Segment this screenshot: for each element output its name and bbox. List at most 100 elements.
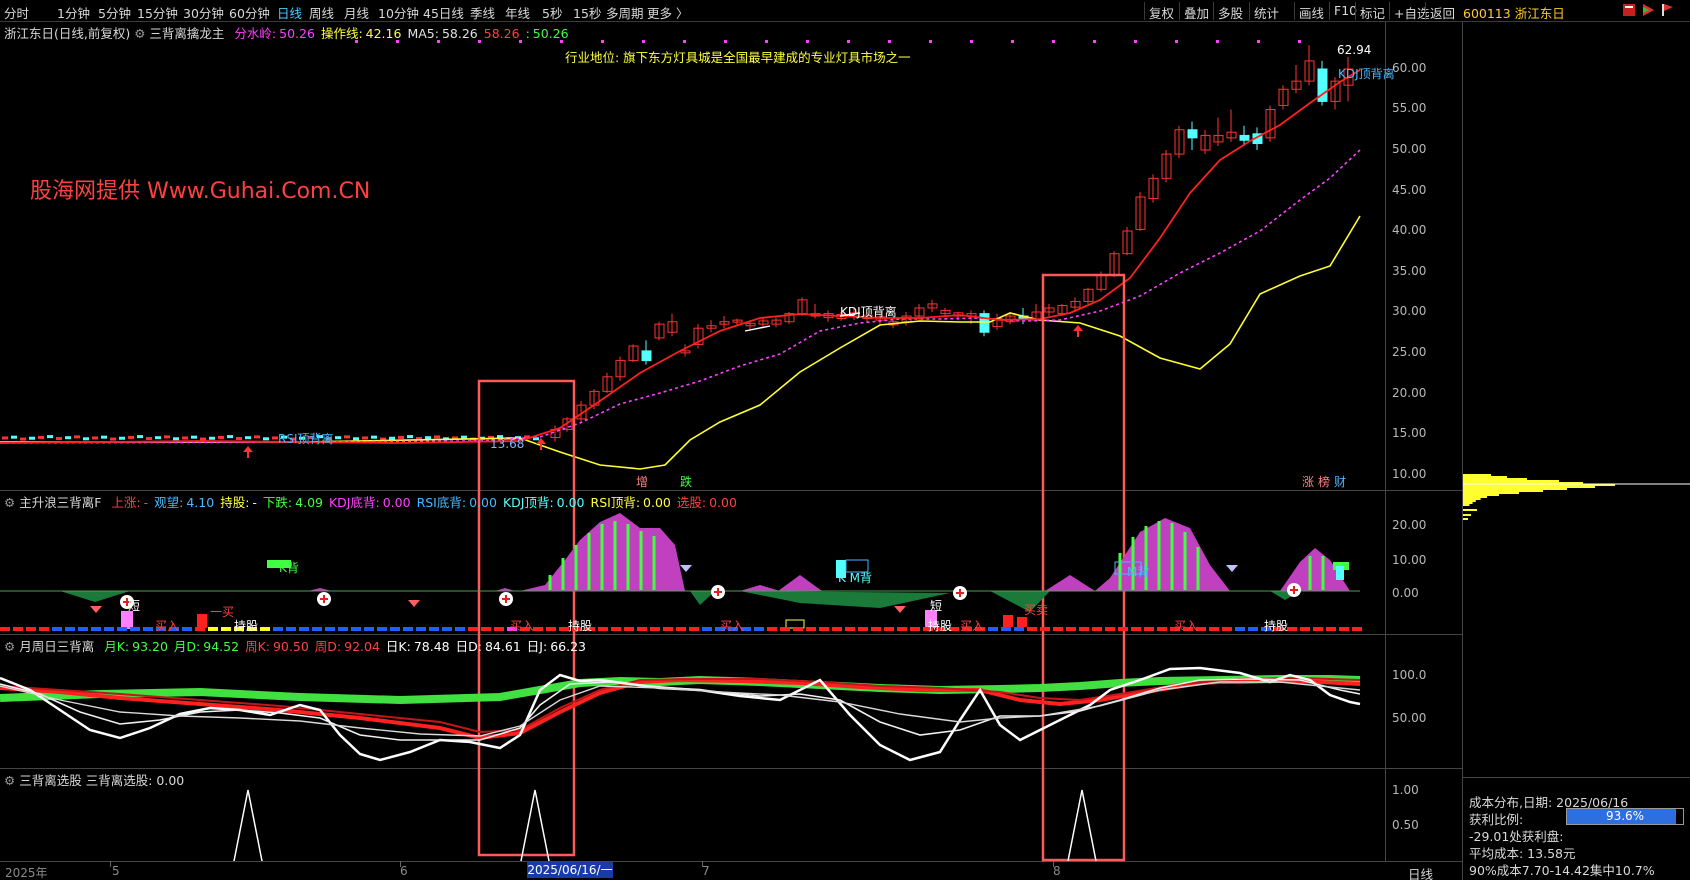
gear-icon[interactable]: ⚙ <box>4 773 15 788</box>
main-price-chart[interactable]: 62.94 13.68 KDJ顶背离 KDJ顶背离 RSI顶背离增 跌 涨榜财 K背 K M背 M… <box>0 0 1690 880</box>
buy-label: 买入 <box>1174 619 1198 633</box>
trend-strip <box>442 627 452 631</box>
select-signal-spike <box>233 789 263 862</box>
trend-strip <box>793 627 803 631</box>
period-label[interactable]: 日线 <box>1408 864 1433 880</box>
cost-bar <box>1463 478 1527 480</box>
x-axis-label: 7 <box>702 864 710 878</box>
top-marker <box>1175 40 1178 43</box>
bottom-tag: 涨 <box>1302 474 1314 489</box>
gear-icon[interactable]: ⚙ <box>4 495 15 510</box>
trend-strip <box>1066 627 1076 631</box>
candle-early <box>191 435 197 439</box>
candle-early <box>398 435 404 439</box>
candle-early <box>254 435 260 439</box>
candle-early <box>182 436 188 440</box>
trend-strip <box>52 627 62 631</box>
short-label: 短 <box>128 599 140 613</box>
candle-early <box>173 437 179 441</box>
trend-strip <box>377 627 387 631</box>
field-value: 0.00 <box>556 495 585 510</box>
panel4-field-value: 0.00 <box>156 773 185 788</box>
gem-icon <box>408 600 420 607</box>
field-label: 日K: <box>385 639 411 654</box>
x-tick <box>110 861 111 867</box>
kdj-top-label: KDJ顶背离 <box>840 304 897 319</box>
green-area <box>60 591 130 602</box>
candle-early <box>245 436 251 440</box>
trend-strip <box>208 627 218 631</box>
field-value: 93.20 <box>132 639 168 654</box>
candle-body <box>641 350 652 362</box>
trend-strip <box>1248 627 1258 631</box>
field-value: 78.48 <box>413 639 450 654</box>
candle-early <box>38 435 44 439</box>
trend-strip <box>754 627 764 631</box>
field-value: 0.00 <box>709 495 737 510</box>
bottom-tag: 榜 <box>1318 474 1330 489</box>
candle-early <box>155 436 161 440</box>
trend-strip <box>637 627 647 631</box>
trend-strip <box>481 627 491 631</box>
trend-strip <box>1300 627 1310 631</box>
field-value: 0.00 <box>382 495 411 510</box>
trend-strip <box>1040 627 1050 631</box>
candle-early <box>56 437 62 441</box>
trend-strip <box>702 627 712 631</box>
kdj-top-label: KDJ顶背离 <box>1338 66 1395 81</box>
buy-label: 买入 <box>510 619 534 633</box>
candle-early <box>128 435 134 439</box>
concentration: 90%成本7.70-14.42集中10.7% <box>1469 863 1655 878</box>
trend-strip <box>351 627 361 631</box>
trend-strip <box>1235 627 1245 631</box>
trend-strip <box>26 627 36 631</box>
trend-strip <box>468 627 478 631</box>
candle-early <box>362 436 368 440</box>
trend-strip <box>273 627 283 631</box>
top-marker <box>1216 40 1219 43</box>
y-tick-label: 0.50 <box>1392 818 1419 832</box>
trend-strip <box>364 627 374 631</box>
candle-early <box>74 435 80 439</box>
trend-strip <box>650 627 660 631</box>
field-label: 日J: <box>526 639 548 654</box>
red-bar <box>1017 617 1027 627</box>
panel2-indicator-name[interactable]: 主升浪三背离F <box>19 495 101 510</box>
trend-strip <box>1287 627 1297 631</box>
magenta-area <box>1095 518 1230 591</box>
trend-strip <box>130 627 140 631</box>
field-label: 日D: <box>455 639 482 654</box>
x-axis-label: 8 <box>1053 864 1061 878</box>
cost-bar <box>1463 509 1477 511</box>
y-tick-label: 1.00 <box>1392 783 1419 797</box>
y-tick-label: 50.00 <box>1392 142 1427 156</box>
trend-strip <box>65 627 75 631</box>
trend-strip <box>1157 627 1167 631</box>
trend-strip <box>598 627 608 631</box>
trend-strip <box>260 627 270 631</box>
top-marker <box>437 40 440 43</box>
top-marker <box>806 40 809 43</box>
trend-strip <box>832 627 842 631</box>
cost-bar <box>1463 498 1481 500</box>
top-marker <box>1093 40 1096 43</box>
trend-strip <box>338 627 348 631</box>
trend-strip <box>819 627 829 631</box>
panel3-indicator-name[interactable]: 月周日三背离 <box>19 639 94 654</box>
candle-early <box>434 435 440 439</box>
panel4-indicator-name[interactable]: 三背离选股 <box>19 773 82 788</box>
cost-distribution-panel: 成本分布,日期: 2025/06/16 获利比例: -29.01处获利盘: 平均… <box>1462 22 1690 880</box>
top-marker <box>929 40 932 43</box>
candle-early <box>92 436 98 440</box>
field-label: 选股: <box>676 495 707 510</box>
signal-bar <box>1336 566 1344 580</box>
field-label: RSI底背: <box>416 495 467 510</box>
top-marker <box>478 40 481 43</box>
ma-white-segment <box>744 325 771 332</box>
rp-divider <box>1463 777 1690 778</box>
candle-early <box>20 437 26 441</box>
gear-icon[interactable]: ⚙ <box>4 639 15 654</box>
candle-early <box>263 437 269 441</box>
field-value: 90.50 <box>272 639 309 654</box>
y-tick-label: 15.00 <box>1392 426 1427 440</box>
